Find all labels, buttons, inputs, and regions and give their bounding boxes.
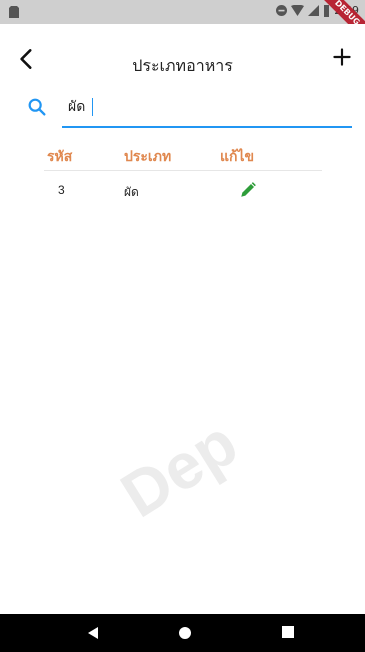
page-title: ประเภทอาหาร: [132, 58, 233, 75]
status-bar: 2:59 DEBUG: [0, 0, 365, 47]
search-underline: [62, 126, 352, 128]
dnd-icon: [276, 5, 288, 16]
add-button[interactable]: [329, 44, 355, 70]
home-circle-icon[interactable]: [178, 626, 192, 640]
watermark: Dep: [108, 406, 250, 532]
cell-code: 3: [58, 183, 65, 197]
cell-type: ผัด: [124, 185, 139, 199]
search-input[interactable]: [62, 92, 364, 122]
search-row: [0, 92, 365, 132]
recents-square-icon[interactable]: [282, 626, 294, 638]
table-header: รหัส ประเภท แก้ไข: [44, 140, 322, 171]
system-nav-bar: [0, 614, 365, 652]
app-bar: ประเภทอาหาร: [0, 24, 365, 92]
column-header-code: รหัส: [47, 148, 73, 164]
column-header-type: ประเภท: [124, 148, 172, 164]
search-icon[interactable]: [26, 96, 48, 118]
battery-icon: [324, 4, 330, 17]
signal-icon: [308, 5, 320, 16]
column-header-edit: แก้ไข: [220, 148, 255, 164]
text-caret: [92, 98, 93, 116]
back-triangle-icon[interactable]: [86, 626, 100, 640]
sim-card-icon: [9, 6, 19, 18]
food-type-table: รหัส ประเภท แก้ไข 3 ผัด: [44, 140, 322, 209]
pencil-icon[interactable]: [239, 181, 257, 199]
table-row: 3 ผัด: [44, 171, 322, 209]
wifi-icon: [291, 5, 305, 16]
